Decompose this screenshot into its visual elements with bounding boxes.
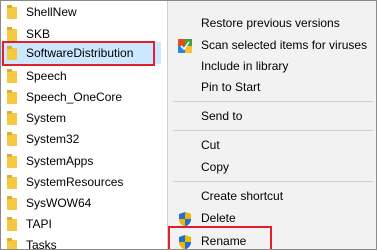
explorer-window: ShellNew SKB SoftwareDistribution Speech…	[0, 0, 377, 250]
menu-item-label: Scan selected items for viruses	[201, 38, 368, 52]
menu-item-create-shortcut[interactable]: Create shortcut	[168, 185, 376, 207]
menu-item-label: Copy	[201, 160, 230, 174]
folder-icon	[7, 69, 17, 83]
menu-item-cut[interactable]: Cut	[168, 134, 376, 156]
tree-item-speech-onecore[interactable]: Speech_OneCore	[1, 86, 161, 108]
tree-item-system[interactable]: System	[1, 107, 161, 129]
tree-item-label: System32	[26, 132, 80, 146]
uac-shield-icon	[177, 234, 193, 249]
tree-item-label: SystemApps	[26, 154, 94, 168]
menu-item-rename[interactable]: Rename	[168, 230, 376, 249]
menu-separator	[173, 101, 373, 102]
tree-item-label: Speech	[26, 69, 67, 83]
folder-icon	[7, 46, 17, 60]
tree-item-speech[interactable]: Speech	[1, 65, 161, 87]
menu-separator	[173, 130, 373, 131]
folder-tree: ShellNew SKB SoftwareDistribution Speech…	[1, 1, 161, 249]
folder-icon	[7, 27, 17, 41]
menu-item-restore-previous-versions[interactable]: Restore previous versions	[168, 12, 376, 34]
menu-item-include-in-library[interactable]: Include in library	[168, 55, 376, 77]
tree-item-label: SysWOW64	[26, 196, 92, 210]
folder-icon	[7, 154, 17, 168]
folder-icon	[7, 132, 17, 146]
folder-icon	[7, 5, 17, 19]
menu-item-send-to[interactable]: Send to	[168, 105, 376, 127]
tree-item-label: Speech_OneCore	[26, 90, 123, 104]
menu-item-delete[interactable]: Delete	[168, 207, 376, 229]
uac-shield-icon	[177, 211, 193, 227]
folder-icon	[7, 175, 17, 189]
menu-separator	[173, 181, 373, 182]
tree-item-system32[interactable]: System32	[1, 128, 161, 150]
folder-icon	[7, 217, 17, 231]
folder-icon	[7, 238, 17, 249]
tree-item-label: SystemResources	[26, 175, 124, 189]
tree-item-label: SoftwareDistribution	[26, 46, 134, 60]
menu-item-scan-for-viruses[interactable]: Scan selected items for viruses	[168, 34, 376, 56]
tree-item-softwaredistribution[interactable]: SoftwareDistribution	[1, 42, 161, 64]
folder-icon	[7, 111, 17, 125]
tree-item-label: ShellNew	[26, 5, 77, 19]
tree-item-label: TAPI	[26, 217, 52, 231]
menu-item-label: Send to	[201, 109, 243, 123]
tree-item-label: Tasks	[26, 238, 57, 250]
tree-item-shellnew[interactable]: ShellNew	[1, 1, 161, 23]
menu-item-label: Include in library	[201, 59, 289, 73]
menu-item-label: Cut	[201, 138, 220, 152]
menu-item-label: Pin to Start	[201, 80, 261, 94]
tree-item-systemapps[interactable]: SystemApps	[1, 150, 161, 172]
tree-item-syswow64[interactable]: SysWOW64	[1, 192, 161, 214]
folder-icon	[7, 196, 17, 210]
tree-item-systemresources[interactable]: SystemResources	[1, 171, 161, 193]
menu-item-label: Rename	[201, 234, 247, 248]
menu-item-label: Delete	[201, 211, 236, 225]
context-menu: Restore previous versions Scan selected …	[167, 1, 376, 249]
menu-item-label: Create shortcut	[201, 189, 284, 203]
folder-icon	[7, 90, 17, 104]
defender-icon	[177, 38, 193, 54]
menu-item-label: Restore previous versions	[201, 16, 340, 30]
tree-item-tapi[interactable]: TAPI	[1, 213, 161, 235]
tree-item-label: System	[26, 111, 67, 125]
menu-item-copy[interactable]: Copy	[168, 156, 376, 178]
tree-item-tasks[interactable]: Tasks	[1, 234, 161, 250]
menu-item-pin-to-start[interactable]: Pin to Start	[168, 76, 376, 98]
tree-item-label: SKB	[26, 27, 51, 41]
